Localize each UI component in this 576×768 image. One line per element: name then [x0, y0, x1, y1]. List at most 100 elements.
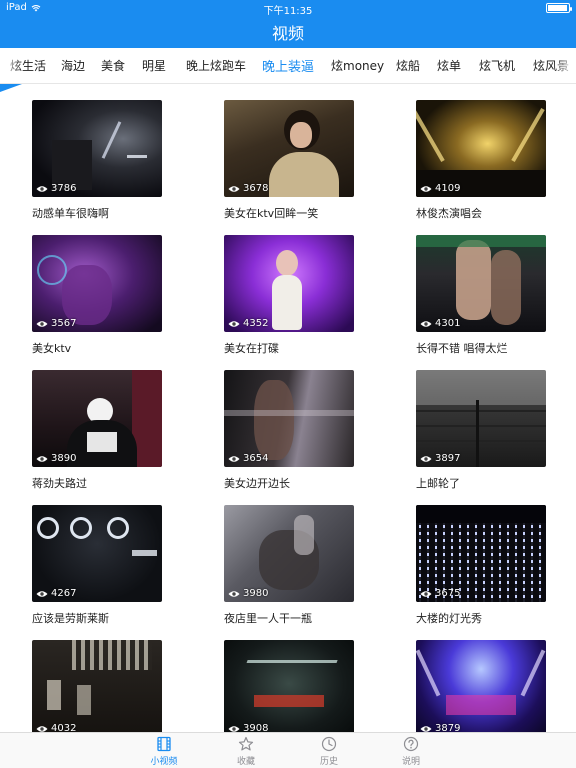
video-card[interactable]: 3654 美女边开边长: [224, 370, 354, 491]
view-count: 3786: [51, 183, 77, 194]
tab-label: 收藏: [236, 757, 255, 767]
video-thumbnail[interactable]: 4109: [416, 100, 546, 197]
eye-icon: [228, 320, 240, 327]
eye-icon: [420, 455, 432, 462]
status-time: 下午11:35: [263, 6, 313, 17]
tab-help[interactable]: 说明: [386, 736, 436, 767]
video-card[interactable]: 3567 美女ktv: [32, 235, 162, 356]
video-thumbnail[interactable]: 4352: [224, 235, 354, 332]
video-thumbnail[interactable]: 4267: [32, 505, 162, 602]
battery-icon: [546, 3, 572, 13]
video-title[interactable]: 应该是劳斯莱斯: [32, 610, 162, 626]
view-count: 3908: [243, 723, 269, 732]
eye-icon: [420, 725, 432, 732]
view-count: 3879: [435, 723, 461, 732]
view-count: 4109: [435, 183, 461, 194]
video-card[interactable]: 3890 蒋劲夫路过: [32, 370, 162, 491]
video-thumbnail[interactable]: 3675: [416, 505, 546, 602]
category-tab[interactable]: 炫单: [437, 57, 461, 74]
video-thumbnail[interactable]: 3567: [32, 235, 162, 332]
video-thumbnail[interactable]: 4301: [416, 235, 546, 332]
video-card[interactable]: 4109 林俊杰演唱会: [416, 100, 546, 221]
view-count: 4352: [243, 318, 269, 329]
view-count: 3980: [243, 588, 269, 599]
video-title[interactable]: 蒋劲夫路过: [32, 475, 162, 491]
video-card[interactable]: 4301 长得不错 唱得太烂: [416, 235, 546, 356]
video-title[interactable]: 长得不错 唱得太烂: [416, 340, 546, 356]
tab-label: 说明: [401, 757, 420, 767]
video-thumbnail[interactable]: 3654: [224, 370, 354, 467]
view-count: 3897: [435, 453, 461, 464]
video-title[interactable]: 大楼的灯光秀: [416, 610, 546, 626]
status-bar: iPad 下午11:35: [0, 0, 576, 17]
video-grid[interactable]: 3786 动感单车很嗨啊 3678 美女在ktv回眸一笑 4109 林俊杰演唱会…: [0, 84, 576, 732]
eye-icon: [420, 590, 432, 597]
view-count: 4301: [435, 318, 461, 329]
video-title[interactable]: 动感单车很嗨啊: [32, 205, 162, 221]
eye-icon: [228, 590, 240, 597]
category-tab-active[interactable]: 晚上装逼: [262, 56, 314, 75]
eye-icon: [228, 185, 240, 192]
tab-label: 小视频: [150, 757, 178, 767]
category-tab[interactable]: 美食: [101, 57, 125, 74]
category-tab[interactable]: 炫money: [331, 57, 384, 74]
video-thumbnail[interactable]: 3879: [416, 640, 546, 732]
video-thumbnail[interactable]: 3678: [224, 100, 354, 197]
nav-header: iPad 下午11:35 视频: [0, 0, 576, 48]
video-title[interactable]: 美女边开边长: [224, 475, 354, 491]
view-count: 3654: [243, 453, 269, 464]
video-thumbnail[interactable]: 3980: [224, 505, 354, 602]
video-thumbnail[interactable]: 3908: [224, 640, 354, 732]
category-tab[interactable]: 海边: [61, 57, 85, 74]
video-thumbnail[interactable]: 4032: [32, 640, 162, 732]
eye-icon: [36, 320, 48, 327]
eye-icon: [36, 590, 48, 597]
page-title: 视频: [271, 24, 304, 43]
video-thumbnail[interactable]: 3786: [32, 100, 162, 197]
question-icon: [403, 736, 419, 752]
category-bar[interactable]: 炫生活 海边 美食 明星 晚上炫跑车 晚上装逼 炫money 炫船 炫单 炫飞机…: [0, 48, 576, 84]
tab-history[interactable]: 历史: [304, 736, 354, 767]
video-title[interactable]: 夜店里一人干一瓶: [224, 610, 354, 626]
video-card[interactable]: 3897 上邮轮了: [416, 370, 546, 491]
video-card[interactable]: 3678 美女在ktv回眸一笑: [224, 100, 354, 221]
video-card[interactable]: 3980 夜店里一人干一瓶: [224, 505, 354, 626]
video-card[interactable]: 4352 美女在打碟: [224, 235, 354, 356]
category-tab[interactable]: 明星: [142, 57, 166, 74]
category-tab[interactable]: 晚上炫跑车: [186, 57, 246, 74]
video-thumbnail[interactable]: 3897: [416, 370, 546, 467]
video-card[interactable]: 3786 动感单车很嗨啊: [32, 100, 162, 221]
category-tab[interactable]: 炫船: [396, 57, 420, 74]
video-title[interactable]: 上邮轮了: [416, 475, 546, 491]
clock-icon: [321, 736, 337, 752]
view-count: 3678: [243, 183, 269, 194]
tab-videos[interactable]: 小视频: [139, 736, 189, 767]
eye-icon: [36, 725, 48, 732]
view-count: 3675: [435, 588, 461, 599]
eye-icon: [36, 455, 48, 462]
tab-favorites[interactable]: 收藏: [221, 736, 271, 767]
view-count: 3890: [51, 453, 77, 464]
video-title[interactable]: 林俊杰演唱会: [416, 205, 546, 221]
view-count: 4032: [51, 723, 77, 732]
video-title[interactable]: 美女在ktv回眸一笑: [224, 205, 354, 221]
video-card[interactable]: 4032: [32, 640, 162, 732]
star-icon: [238, 736, 254, 751]
view-count: 3567: [51, 318, 77, 329]
eye-icon: [228, 455, 240, 462]
video-card[interactable]: 3879: [416, 640, 546, 732]
video-card[interactable]: 3675 大楼的灯光秀: [416, 505, 546, 626]
film-icon: [157, 736, 171, 752]
eye-icon: [228, 725, 240, 732]
category-tab[interactable]: 炫飞机: [479, 57, 515, 74]
video-title[interactable]: 美女ktv: [32, 340, 162, 356]
video-thumbnail[interactable]: 3890: [32, 370, 162, 467]
eye-icon: [420, 185, 432, 192]
eye-icon: [36, 185, 48, 192]
tab-label: 历史: [319, 757, 338, 767]
view-count: 4267: [51, 588, 77, 599]
video-title[interactable]: 美女在打碟: [224, 340, 354, 356]
eye-icon: [420, 320, 432, 327]
video-card[interactable]: 3908: [224, 640, 354, 732]
video-card[interactable]: 4267 应该是劳斯莱斯: [32, 505, 162, 626]
